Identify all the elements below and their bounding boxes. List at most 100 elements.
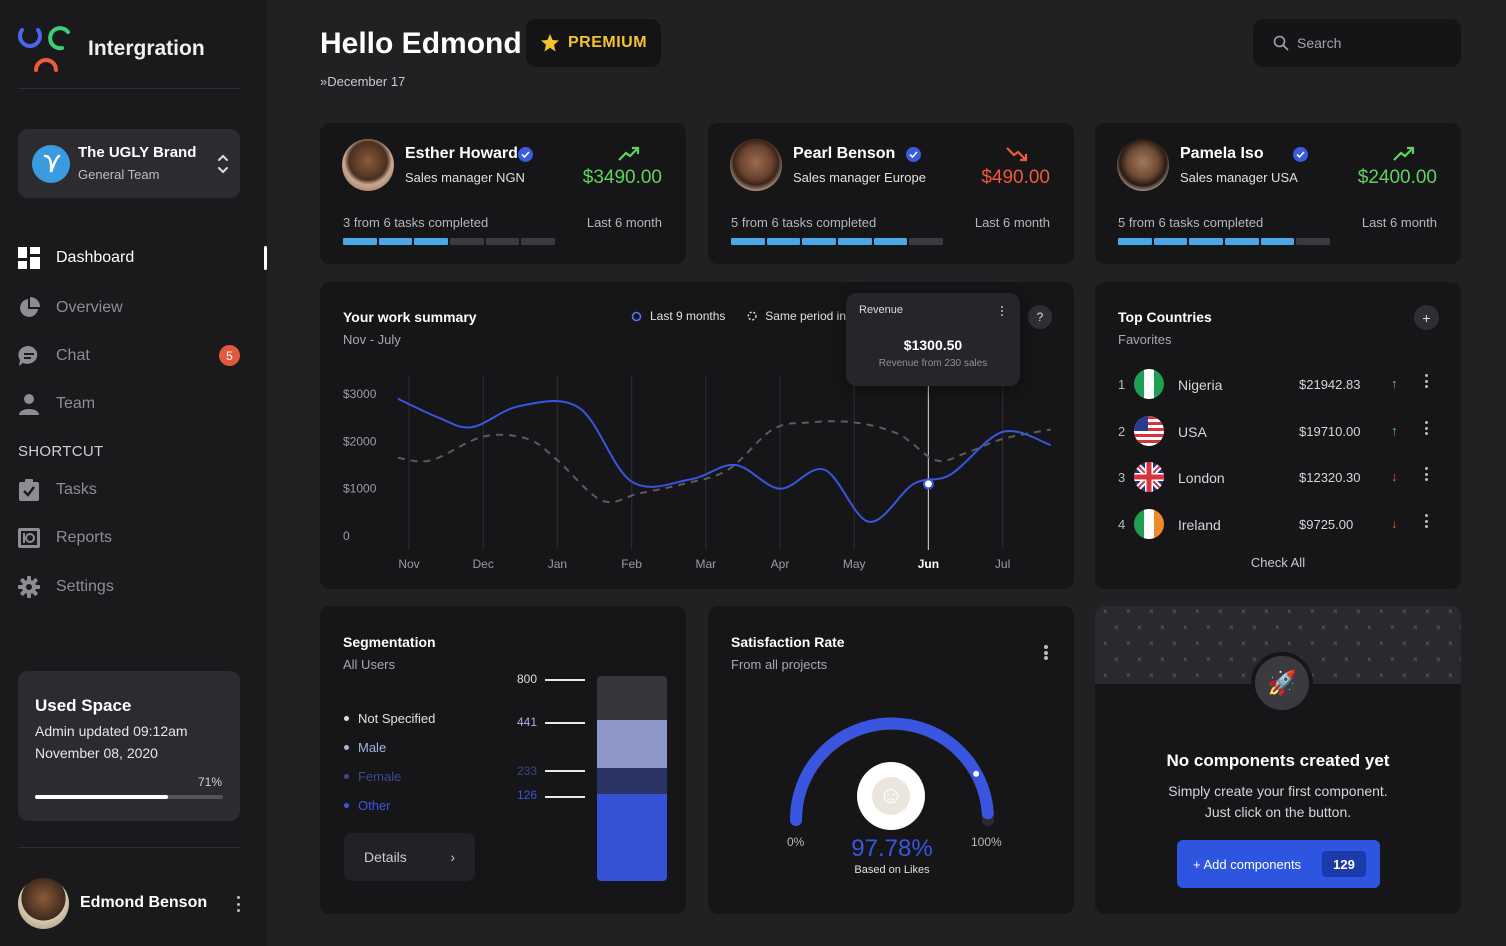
add-icon[interactable]: + <box>1414 305 1439 330</box>
active-indicator <box>264 246 267 270</box>
list-item[interactable]: 4 Ireland $9725.00 ↓ <box>1095 504 1461 550</box>
star-mark: × <box>1252 655 1257 664</box>
star-mark: × <box>1402 639 1407 648</box>
x-tick-label: Apr <box>771 557 790 571</box>
avatar[interactable] <box>18 878 69 929</box>
star-mark: × <box>1413 655 1418 664</box>
used-space-card: Used Space Admin updated 09:12am Novembe… <box>18 671 240 821</box>
manager-amount: $3490.00 <box>582 167 662 188</box>
star-mark: × <box>1218 671 1223 680</box>
star-mark: × <box>1390 623 1395 632</box>
app-logo-icon <box>18 26 70 72</box>
bar-segment-male <box>597 720 667 768</box>
star-mark: × <box>1436 655 1441 664</box>
legend-current[interactable]: Last 9 months <box>631 309 725 323</box>
search-box[interactable] <box>1253 19 1461 67</box>
star-mark: × <box>1425 639 1430 648</box>
x-tick-label: Feb <box>621 557 642 571</box>
sidebar-item-reports[interactable]: Reports <box>18 522 250 554</box>
scale-value: 800 <box>516 672 537 686</box>
legend-previous[interactable]: Same period in <box>747 309 846 323</box>
sidebar-item-team[interactable]: Team <box>18 388 250 420</box>
period-label: Last 6 month <box>586 215 662 230</box>
more-vertical-icon[interactable] <box>1001 306 1003 316</box>
star-mark: × <box>1321 655 1326 664</box>
scale-tick <box>545 796 585 798</box>
legend-label: Male <box>358 740 387 755</box>
star-mark: × <box>1114 655 1119 664</box>
manager-card[interactable]: Esther Howard Sales manager NGN $3490.00… <box>320 123 686 264</box>
list-item[interactable]: 1 Nigeria $21942.83 ↑ <box>1095 364 1461 410</box>
scale-value: 441 <box>516 715 537 729</box>
country-name: Nigeria <box>1178 377 1223 393</box>
star-mark: × <box>1448 671 1453 680</box>
divider <box>18 88 240 89</box>
x-tick-label: Jul <box>995 557 1010 571</box>
help-icon[interactable]: ? <box>1028 305 1052 329</box>
trend-down-icon <box>1006 147 1028 162</box>
manager-role: Sales manager NGN <box>405 170 525 185</box>
star-mark: × <box>1379 671 1384 680</box>
check-all-link[interactable]: Check All <box>1095 555 1461 570</box>
star-mark: × <box>1367 623 1372 632</box>
avatar <box>1117 139 1169 191</box>
tasks-completed: 5 from 6 tasks completed <box>1118 215 1264 230</box>
button-label: + Add components <box>1193 856 1302 872</box>
current-date: »December 17 <box>320 74 405 89</box>
y-tick-label: $3000 <box>343 387 377 401</box>
list-item[interactable]: 3 London $12320.30 ↓ <box>1095 457 1461 503</box>
more-vertical-icon[interactable] <box>1425 374 1428 388</box>
country-name: Ireland <box>1178 517 1221 533</box>
series-line-current <box>397 397 1052 523</box>
star-mark: × <box>1183 623 1188 632</box>
sidebar-item-settings[interactable]: Settings <box>18 571 250 603</box>
components-count: 129 <box>1322 851 1366 877</box>
star-mark: × <box>1149 671 1154 680</box>
rocket-icon: 🚀 <box>1251 652 1313 714</box>
period-label: Last 6 month <box>1361 215 1437 230</box>
brand-name: The UGLY Brand <box>78 144 197 161</box>
legend-label: Not Specified <box>358 711 436 726</box>
sidebar-item-overview[interactable]: Overview <box>18 292 250 324</box>
premium-label: PREMIUM <box>568 34 648 51</box>
legend-item: Not Specified <box>344 711 435 726</box>
more-vertical-icon[interactable] <box>1044 645 1048 660</box>
bar-segment-other <box>597 794 667 881</box>
more-vertical-icon[interactable] <box>1425 467 1428 481</box>
used-space-date: November 08, 2020 <box>35 745 158 761</box>
manager-card[interactable]: Pearl Benson Sales manager Europe $490.0… <box>708 123 1074 264</box>
arrow-up-icon: ↑ <box>1391 423 1398 438</box>
scale-tick <box>545 679 585 681</box>
details-button[interactable]: Details › <box>344 833 475 881</box>
pie-icon <box>18 297 40 319</box>
chevron-up-down-icon[interactable] <box>216 151 230 177</box>
star-mark: × <box>1137 655 1142 664</box>
more-vertical-icon[interactable] <box>1425 514 1428 528</box>
used-space-title: Used Space <box>35 696 132 715</box>
star-mark: × <box>1321 623 1326 632</box>
sidebar-item-tasks[interactable]: Tasks <box>18 474 250 506</box>
add-components-button[interactable]: + Add components 129 <box>1177 840 1380 888</box>
empty-state-title: No components created yet <box>1166 751 1390 770</box>
sidebar-item-chat[interactable]: Chat <box>18 340 250 372</box>
star-mark: × <box>1160 655 1165 664</box>
star-mark: × <box>1379 607 1384 616</box>
search-input[interactable] <box>1297 35 1447 51</box>
verified-icon <box>518 147 533 162</box>
sidebar-item-dashboard[interactable]: Dashboard <box>18 242 250 274</box>
list-item[interactable]: 2 USA $19710.00 ↑ <box>1095 411 1461 457</box>
sidebar-item-label: Team <box>56 395 96 412</box>
segmentation-bar <box>597 676 667 881</box>
star-mark: × <box>1229 623 1234 632</box>
more-vertical-icon[interactable] <box>1425 421 1428 435</box>
premium-badge[interactable]: PREMIUM <box>526 19 661 67</box>
manager-card[interactable]: Pamela Iso Sales manager USA $2400.00 5 … <box>1095 123 1461 264</box>
legend-label: Same period in <box>765 309 846 323</box>
dashed-circle-icon <box>747 311 757 321</box>
brand-switcher[interactable]: The UGLY Brand General Team <box>18 129 240 198</box>
more-vertical-icon[interactable] <box>233 894 243 914</box>
scale-value: 233 <box>516 764 537 778</box>
legend-label: Last 9 months <box>650 309 726 323</box>
star-mark: × <box>1126 639 1131 648</box>
country-value: $19710.00 <box>1299 424 1361 439</box>
